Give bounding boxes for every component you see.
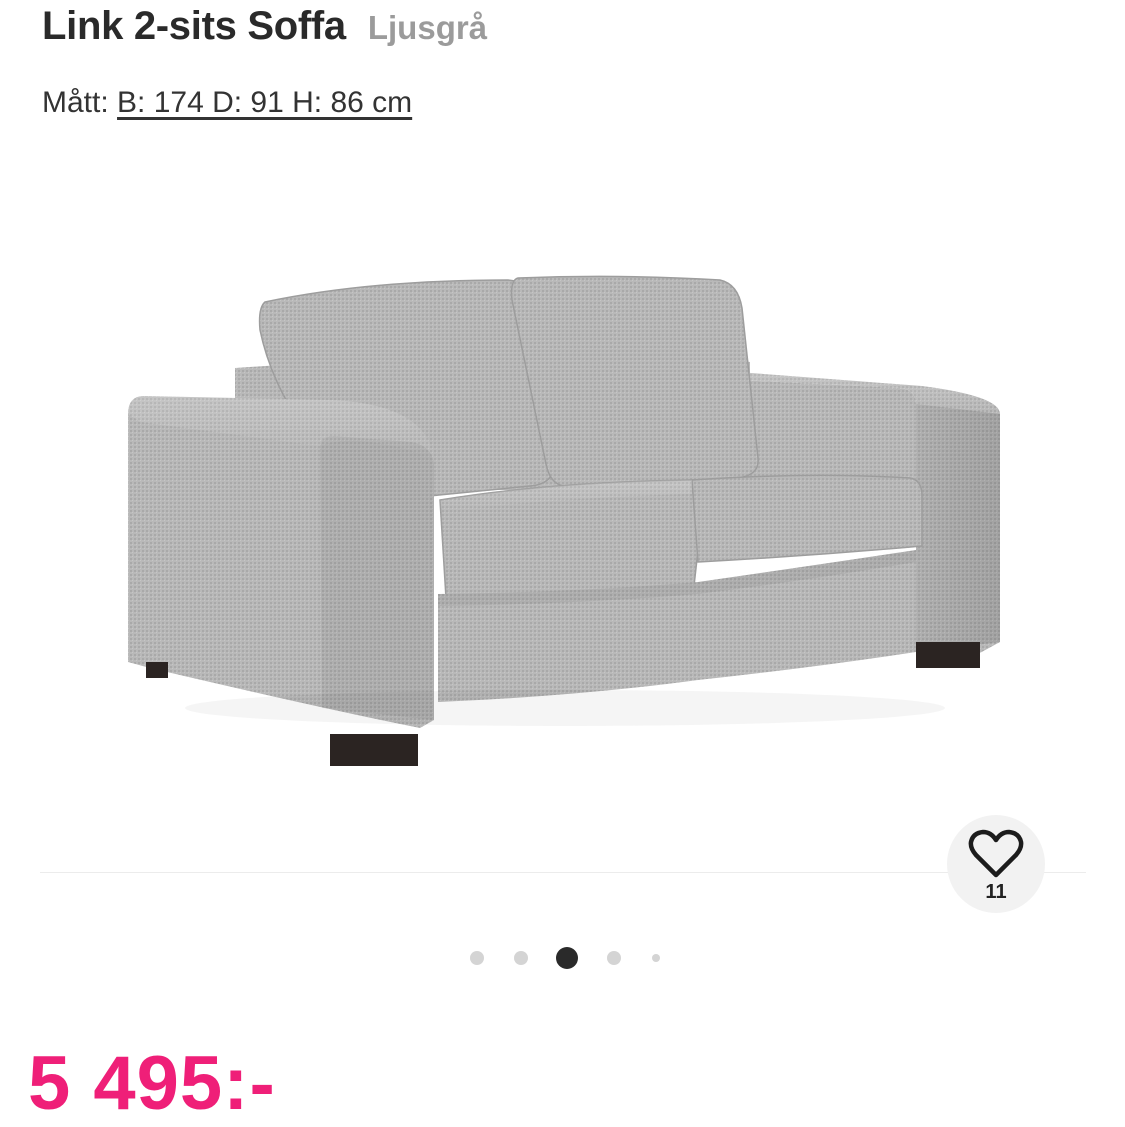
carousel-dot[interactable] bbox=[470, 951, 484, 965]
dimensions-label: Mått: bbox=[42, 86, 109, 119]
product-dimensions: Mått: B: 174 D: 91 H: 86 cm bbox=[42, 86, 412, 120]
carousel-dot-active[interactable] bbox=[556, 947, 578, 969]
carousel-indicator bbox=[0, 947, 1125, 969]
product-price: 5 495:- bbox=[28, 1041, 276, 1126]
dimensions-link[interactable]: B: 174 D: 91 H: 86 cm bbox=[117, 86, 412, 119]
carousel-dot[interactable] bbox=[514, 951, 528, 965]
product-image-sofa[interactable] bbox=[110, 250, 1020, 790]
carousel-dot[interactable] bbox=[652, 954, 660, 962]
heart-icon bbox=[968, 829, 1024, 877]
favorite-button[interactable]: 11 bbox=[947, 815, 1045, 913]
carousel-dot[interactable] bbox=[607, 951, 621, 965]
product-title: Link 2-sits Soffa bbox=[42, 4, 346, 48]
product-color-variant: Ljusgrå bbox=[367, 9, 488, 46]
section-divider bbox=[40, 872, 1086, 873]
product-header: Link 2-sits Soffa Ljusgrå bbox=[42, 4, 487, 49]
favorite-count: 11 bbox=[985, 880, 1007, 903]
